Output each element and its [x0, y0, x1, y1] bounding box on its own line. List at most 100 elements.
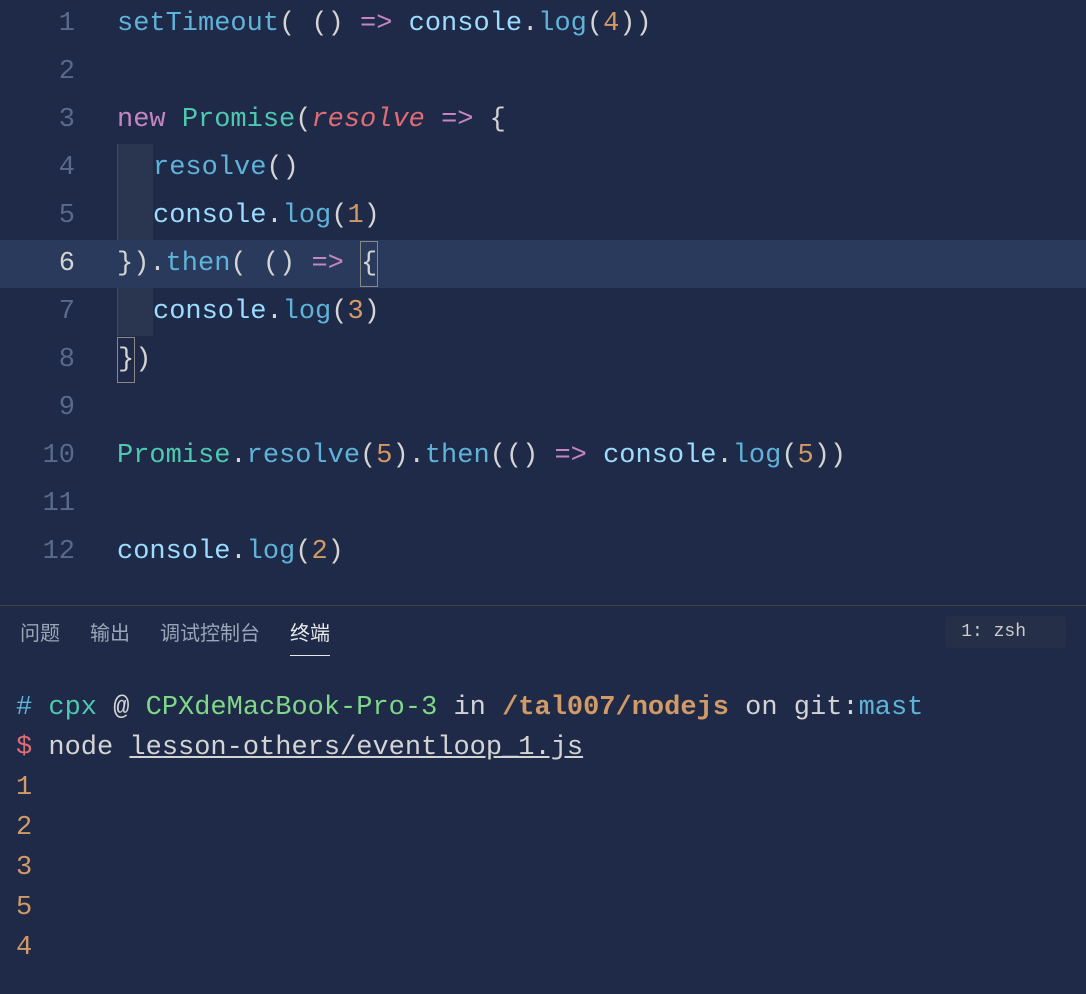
- code-token: }: [117, 337, 135, 383]
- code-line[interactable]: 10Promise.resolve(5).then(() => console.…: [0, 432, 1086, 480]
- code-token: ).: [392, 441, 424, 471]
- code-token: }).: [117, 249, 166, 279]
- code-token: [344, 249, 360, 279]
- code-token: (: [295, 537, 311, 567]
- code-line[interactable]: 6}).then( () => {: [0, 240, 1086, 288]
- code-line[interactable]: 7console.log(3): [0, 288, 1086, 336]
- terminal-host: CPXdeMacBook-Pro-3: [146, 693, 438, 723]
- code-token: log: [247, 537, 296, 567]
- line-number[interactable]: 2: [0, 48, 95, 96]
- code-token: (): [266, 153, 298, 183]
- line-number[interactable]: 8: [0, 336, 95, 384]
- terminal-selector[interactable]: 1: zsh: [945, 616, 1066, 648]
- terminal-file: lesson-others/eventloop_1.js: [129, 733, 583, 763]
- code-token: console: [153, 297, 266, 327]
- code-token: console: [409, 9, 522, 39]
- code-content[interactable]: }).then( () => {: [95, 240, 378, 288]
- code-editor[interactable]: 1setTimeout( () => console.log(4))23new …: [0, 0, 1086, 605]
- terminal-at: @: [113, 693, 129, 723]
- terminal-command: node: [48, 733, 113, 763]
- code-token: 4: [603, 9, 619, 39]
- code-token: 3: [347, 297, 363, 327]
- line-number[interactable]: 11: [0, 480, 95, 528]
- terminal-branch: mast: [859, 693, 924, 723]
- line-number[interactable]: 3: [0, 96, 95, 144]
- code-line[interactable]: 9: [0, 384, 1086, 432]
- code-line[interactable]: 8}): [0, 336, 1086, 384]
- terminal-output-line: 5: [16, 888, 1070, 928]
- code-token: {: [360, 241, 378, 287]
- terminal-output-line: 3: [16, 848, 1070, 888]
- code-token: then: [425, 441, 490, 471]
- code-token: log: [733, 441, 782, 471]
- code-token: .: [522, 9, 538, 39]
- code-content[interactable]: setTimeout( () => console.log(4)): [95, 0, 652, 48]
- terminal-command-line: $ node lesson-others/eventloop_1.js: [16, 728, 1070, 768]
- code-token: log: [538, 9, 587, 39]
- code-token: =>: [554, 441, 586, 471]
- tab-problems[interactable]: 问题: [20, 609, 60, 655]
- terminal[interactable]: # cpx @ CPXdeMacBook-Pro-3 in /tal007/no…: [0, 658, 1086, 994]
- line-number[interactable]: 4: [0, 144, 95, 192]
- code-token: (: [360, 441, 376, 471]
- code-line[interactable]: 4resolve(): [0, 144, 1086, 192]
- code-line[interactable]: 2: [0, 48, 1086, 96]
- code-token: (: [295, 105, 311, 135]
- code-token: ( (): [230, 249, 311, 279]
- code-token: 5: [798, 441, 814, 471]
- tab-output[interactable]: 输出: [90, 609, 130, 655]
- line-number[interactable]: 9: [0, 384, 95, 432]
- terminal-git: git:: [794, 693, 859, 723]
- code-token: =>: [441, 105, 473, 135]
- code-token: ( (): [279, 9, 360, 39]
- line-number[interactable]: 5: [0, 192, 95, 240]
- terminal-dollar: $: [16, 733, 32, 763]
- terminal-on: on: [745, 693, 777, 723]
- code-content[interactable]: console.log(2): [95, 528, 344, 576]
- line-number[interactable]: 1: [0, 0, 95, 48]
- code-line[interactable]: 3new Promise(resolve => {: [0, 96, 1086, 144]
- code-content[interactable]: }): [95, 336, 151, 384]
- code-token: log: [283, 297, 332, 327]
- code-token: .: [266, 201, 282, 231]
- line-number[interactable]: 10: [0, 432, 95, 480]
- code-token: (: [587, 9, 603, 39]
- code-token: Promise: [182, 105, 295, 135]
- code-content[interactable]: new Promise(resolve => {: [95, 96, 506, 144]
- code-content[interactable]: Promise.resolve(5).then(() => console.lo…: [95, 432, 846, 480]
- line-number[interactable]: 12: [0, 528, 95, 576]
- tab-debug-console[interactable]: 调试控制台: [160, 609, 260, 655]
- code-token: [392, 9, 408, 39]
- code-token: [166, 105, 182, 135]
- code-line[interactable]: 12console.log(2): [0, 528, 1086, 576]
- code-token: Promise: [117, 441, 230, 471]
- terminal-user: cpx: [48, 693, 97, 723]
- code-token: [425, 105, 441, 135]
- code-token: then: [166, 249, 231, 279]
- code-token: resolve: [311, 105, 424, 135]
- code-token: (: [781, 441, 797, 471]
- code-token: .: [717, 441, 733, 471]
- code-content[interactable]: resolve(): [95, 144, 299, 192]
- terminal-path: /tal007/nodejs: [502, 693, 729, 723]
- code-line[interactable]: 1setTimeout( () => console.log(4)): [0, 0, 1086, 48]
- code-token: =>: [311, 249, 343, 279]
- code-token: setTimeout: [117, 9, 279, 39]
- terminal-in: in: [453, 693, 485, 723]
- code-token: (: [331, 201, 347, 231]
- code-token: ): [364, 297, 380, 327]
- indent-guide: [117, 288, 153, 336]
- code-token: [587, 441, 603, 471]
- line-number[interactable]: 7: [0, 288, 95, 336]
- tab-terminal[interactable]: 终端: [290, 609, 330, 656]
- code-token: ((): [490, 441, 555, 471]
- line-number[interactable]: 6: [0, 240, 95, 288]
- code-line[interactable]: 11: [0, 480, 1086, 528]
- code-token: 2: [311, 537, 327, 567]
- code-token: 1: [347, 201, 363, 231]
- code-content[interactable]: console.log(3): [95, 288, 380, 336]
- code-token: .: [230, 537, 246, 567]
- code-line[interactable]: 5console.log(1): [0, 192, 1086, 240]
- code-token: (: [331, 297, 347, 327]
- code-content[interactable]: console.log(1): [95, 192, 380, 240]
